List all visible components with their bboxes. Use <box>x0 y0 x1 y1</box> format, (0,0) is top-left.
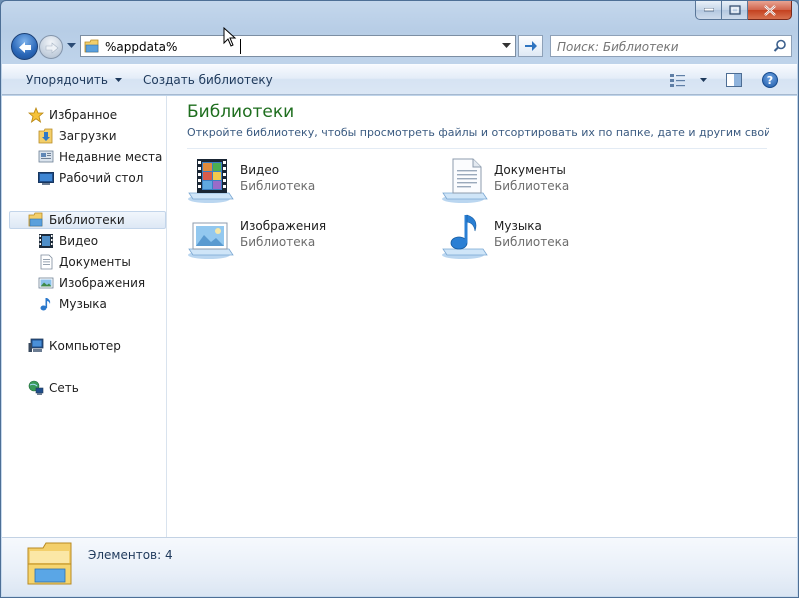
video-library-icon <box>188 159 234 203</box>
caption-buttons <box>695 1 792 21</box>
pictures-icon <box>38 275 54 291</box>
star-icon <box>28 107 44 123</box>
sidebar-item-label: Видео <box>59 234 99 248</box>
help-button[interactable]: ? <box>762 72 778 88</box>
sidebar-item-label: Музыка <box>59 297 107 311</box>
sidebar-item-label: Компьютер <box>49 339 121 353</box>
organize-label: Упорядочить <box>26 73 108 87</box>
navigation-pane: Избранное Загрузки Недавние места Рабочи… <box>2 96 167 537</box>
sidebar-item-label: Изображения <box>59 276 146 290</box>
libraries-folder-icon <box>27 542 72 585</box>
text-caret <box>240 39 241 54</box>
navigation-bar <box>9 31 792 60</box>
sidebar-item-libraries[interactable]: Библиотеки <box>9 211 166 229</box>
library-name: Видео <box>240 163 280 177</box>
computer-icon <box>28 338 44 354</box>
library-type: Библиотека <box>240 235 316 249</box>
go-button[interactable] <box>518 35 543 57</box>
explorer-window: Упорядочить Создать библиотеку ? <box>0 0 799 598</box>
desktop-icon <box>38 170 54 186</box>
library-type: Библиотека <box>240 179 316 193</box>
recent-places-icon <box>38 149 54 165</box>
sidebar-item-label: Сеть <box>49 381 79 395</box>
music-icon <box>38 296 54 312</box>
search-box[interactable] <box>550 35 792 57</box>
sidebar-item-downloads[interactable]: Загрузки <box>38 127 117 145</box>
command-bar: Упорядочить Создать библиотеку ? <box>2 64 797 95</box>
page-description: Откройте библиотеку, чтобы просмотреть ф… <box>187 126 769 139</box>
library-folder-icon <box>84 39 99 53</box>
video-icon <box>38 233 54 249</box>
library-item-pictures[interactable]: Изображения Библиотека <box>187 213 427 261</box>
library-type: Библиотека <box>494 179 570 193</box>
sidebar-item-label: Избранное <box>49 108 118 122</box>
forward-button[interactable] <box>39 35 63 59</box>
close-button[interactable] <box>748 1 792 20</box>
library-item-video[interactable]: Видео Библиотека <box>187 157 427 205</box>
organize-button[interactable]: Упорядочить <box>26 73 122 87</box>
music-library-icon <box>442 214 488 259</box>
mouse-cursor-icon <box>223 27 237 47</box>
minimize-button[interactable] <box>695 1 722 20</box>
sidebar-item-recent-places[interactable]: Недавние места <box>38 148 162 166</box>
libraries-view: Библиотеки Откройте библиотеку, чтобы пр… <box>168 96 797 537</box>
new-library-label: Создать библиотеку <box>143 73 273 87</box>
sidebar-item-label: Документы <box>59 255 131 269</box>
libraries-icon <box>28 212 44 228</box>
chevron-down-icon <box>114 78 122 82</box>
minimize-icon <box>703 8 714 12</box>
back-arrow-icon <box>19 42 31 53</box>
sidebar-item-label: Недавние места <box>59 150 163 164</box>
sidebar-item-computer[interactable]: Компьютер <box>28 337 121 355</box>
chevron-down-icon[interactable] <box>502 43 511 49</box>
maximize-icon <box>728 5 741 15</box>
back-button[interactable] <box>11 33 38 60</box>
sidebar-item-video[interactable]: Видео <box>38 232 98 250</box>
view-options-icon <box>670 74 685 87</box>
documents-icon <box>38 254 54 270</box>
library-name: Музыка <box>494 219 542 233</box>
sidebar-item-desktop[interactable]: Рабочий стол <box>38 169 143 187</box>
sidebar-item-label: Библиотеки <box>49 213 125 227</box>
address-bar[interactable] <box>80 35 516 57</box>
change-view-button[interactable] <box>670 73 707 87</box>
library-name: Изображения <box>240 219 327 233</box>
network-icon <box>28 380 44 396</box>
library-item-documents[interactable]: Документы Библиотека <box>441 157 681 205</box>
sidebar-item-network[interactable]: Сеть <box>28 379 79 397</box>
help-icon: ? <box>766 73 774 87</box>
go-arrow-icon <box>524 41 537 51</box>
library-item-music[interactable]: Музыка Библиотека <box>441 213 681 261</box>
sidebar-item-label: Рабочий стол <box>59 171 144 185</box>
search-icon[interactable] <box>773 39 787 53</box>
sidebar-item-music[interactable]: Музыка <box>38 295 107 313</box>
sidebar-item-favorites[interactable]: Избранное <box>28 106 117 124</box>
maximize-button[interactable] <box>722 1 748 20</box>
search-input[interactable] <box>557 39 767 54</box>
sidebar-item-pictures[interactable]: Изображения <box>38 274 145 292</box>
library-type: Библиотека <box>494 235 570 249</box>
chevron-down-icon <box>700 78 707 82</box>
divider <box>187 148 767 149</box>
page-title: Библиотеки <box>187 102 295 122</box>
library-name: Документы <box>494 163 566 177</box>
address-input[interactable] <box>105 39 485 54</box>
content-area: Избранное Загрузки Недавние места Рабочи… <box>2 96 797 537</box>
sidebar-item-documents[interactable]: Документы <box>38 253 131 271</box>
new-library-button[interactable]: Создать библиотеку <box>143 73 273 87</box>
pictures-library-icon <box>188 222 234 259</box>
preview-pane-icon[interactable] <box>726 73 742 87</box>
sidebar-item-label: Загрузки <box>59 129 117 143</box>
documents-library-icon <box>442 158 488 203</box>
forward-arrow-icon <box>45 42 59 54</box>
close-icon <box>763 4 776 16</box>
recent-pages-dropdown-icon[interactable] <box>67 43 76 49</box>
downloads-icon <box>38 128 54 144</box>
item-count: Элементов: 4 <box>88 548 173 562</box>
details-pane: Элементов: 4 <box>2 537 797 596</box>
